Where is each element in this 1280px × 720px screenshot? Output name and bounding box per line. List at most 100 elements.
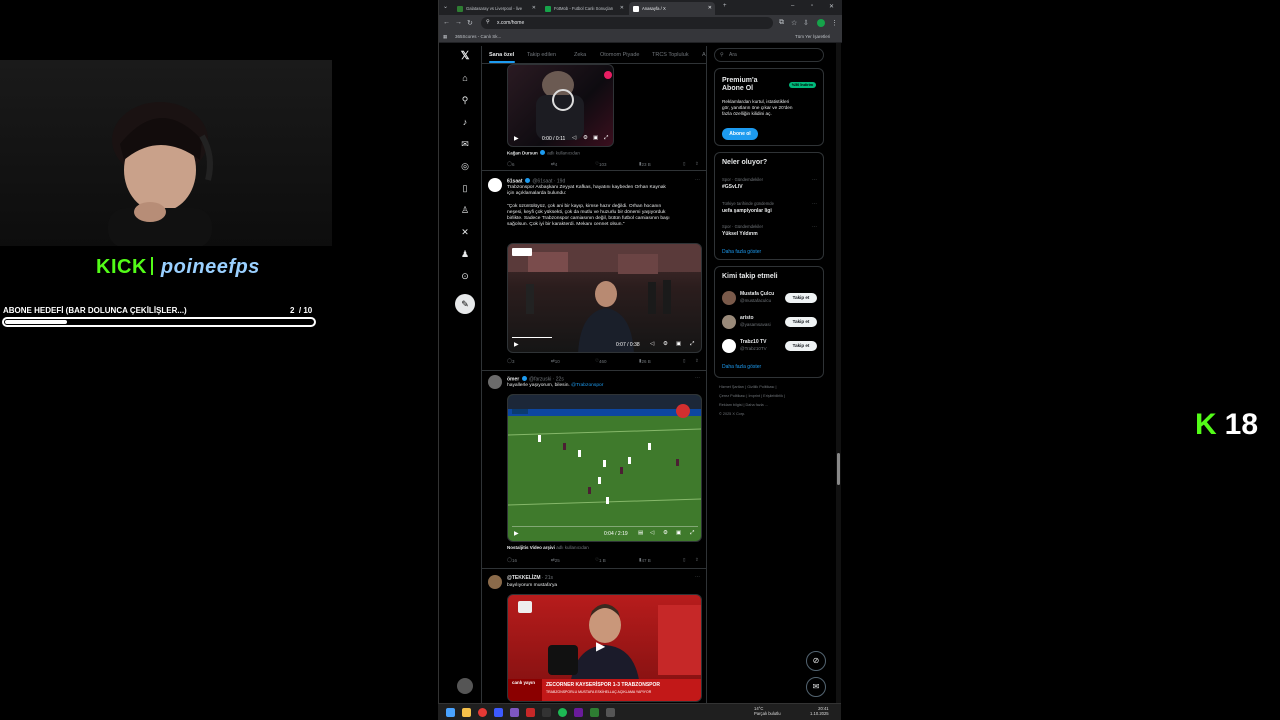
tweet-video[interactable]: ▶ 0:00 / 0:11 ◁ ⚙ ▣ ⤢ — [507, 64, 614, 147]
tab-for-you[interactable]: Sana özel — [489, 52, 514, 58]
volume-icon[interactable]: ◁ — [650, 530, 654, 536]
user-avatar[interactable] — [722, 315, 736, 329]
trend-more-icon[interactable]: ⋯ — [812, 224, 817, 230]
post-button[interactable]: ✎ — [455, 294, 475, 314]
apps-icon[interactable]: ▦ — [443, 34, 447, 40]
footer-line[interactable]: Çerez Politikası | İmprint | Erişilebili… — [719, 392, 819, 401]
spotify-icon[interactable] — [558, 708, 567, 717]
premium-x-icon[interactable]: ✕ — [457, 224, 473, 240]
tweet-more-icon[interactable]: ⋯ — [695, 375, 700, 381]
subscribe-button[interactable]: Abone ol — [722, 128, 758, 140]
trend-more-icon[interactable]: ⋯ — [812, 201, 817, 207]
volume-icon[interactable]: ◁ — [650, 341, 654, 347]
more-icon[interactable]: ⊙ — [457, 268, 473, 284]
discord-icon[interactable] — [510, 708, 519, 717]
footer-line[interactable]: Reklam bilgisi | Daha fazla ... — [719, 401, 819, 410]
tab-more[interactable]: A — [702, 52, 706, 58]
author-name[interactable]: @TEKKELİZM — [507, 575, 540, 581]
tweet-omer[interactable]: ömer @farzuski · 22s ⋯ hayallerle yaşıyo… — [482, 371, 706, 569]
start-icon[interactable] — [446, 708, 455, 717]
reply-button[interactable]: ◯ 6 — [507, 161, 515, 167]
tab-zeka[interactable]: Zeka — [574, 52, 586, 58]
tweet-kagan-dursun[interactable]: ▶ 0:00 / 0:11 ◁ ⚙ ▣ ⤢ Kağan Dursun adlı … — [482, 46, 706, 171]
mention-link[interactable]: @Trabzonspor — [571, 383, 603, 388]
credit-name[interactable]: Nostaljitis Video arşivi — [507, 545, 555, 550]
repost-button[interactable]: ⇄ 10 — [551, 358, 560, 364]
captions-icon[interactable]: ▤ — [638, 530, 643, 536]
reply-button[interactable]: ◯ 3 — [507, 358, 515, 364]
fullscreen-icon[interactable]: ⤢ — [690, 530, 694, 537]
settings-icon[interactable]: ⚙ — [583, 135, 588, 141]
reply-button[interactable]: ◯ 16 — [507, 557, 517, 563]
volume-icon[interactable]: ◁ — [572, 135, 576, 141]
scrollbar-thumb[interactable] — [837, 453, 840, 485]
account-avatar[interactable] — [457, 678, 473, 694]
bookmarks-icon[interactable]: ▯ — [457, 180, 473, 196]
follow-button[interactable]: Takip et — [785, 317, 817, 327]
tweet-avatar[interactable] — [488, 178, 502, 192]
settings-icon[interactable]: ⚙ — [663, 341, 668, 347]
tweet-video[interactable]: ▶ 0:04 / 2:19 ▤ ◁ ⚙ ▣ ⤢ — [507, 394, 702, 542]
user-avatar[interactable] — [722, 339, 736, 353]
user-avatar[interactable] — [722, 291, 736, 305]
tab-x-home[interactable]: Anasayfa / X ✕ — [629, 2, 715, 15]
communities-icon[interactable]: ♙ — [457, 202, 473, 218]
all-bookmarks[interactable]: Tüm Yer İşaretleri — [795, 34, 830, 39]
views-button[interactable]: ▮ 26 B — [639, 358, 651, 364]
repost-button[interactable]: ⇄ 4 — [551, 161, 557, 167]
tab-following[interactable]: Takip edilen — [527, 52, 556, 58]
messages-float-icon[interactable]: ✉ — [806, 677, 826, 697]
tweet-61saat[interactable]: 61saat @61saat · 19d ⋯ Trabzonspor Asbaş… — [482, 171, 706, 371]
suggested-user-name[interactable]: aristo — [740, 315, 754, 321]
search-input[interactable]: ⚲ Ara — [714, 48, 824, 62]
trend-item[interactable]: uefa şampiyonlar ligi — [722, 208, 772, 214]
messages-icon[interactable]: ✉ — [457, 136, 473, 152]
tweet-tekkelizm[interactable]: @TEKKELİZM · 21s ⋯ bayılıyorum mustafa'y… — [482, 569, 706, 703]
suggested-user-name[interactable]: Trabz10 TV — [740, 339, 766, 345]
minimize-icon[interactable]: – — [791, 3, 794, 9]
home-icon[interactable]: ⌂ — [457, 70, 473, 86]
obs-icon[interactable] — [590, 708, 599, 717]
tab-otomom-piyade[interactable]: Otomom Piyade — [600, 52, 639, 58]
tweet-more-icon[interactable]: ⋯ — [695, 574, 700, 580]
notifications-icon[interactable]: ♪ — [457, 114, 473, 130]
tweet-more-icon[interactable]: ⋯ — [695, 177, 700, 183]
trend-more-icon[interactable]: ⋯ — [812, 177, 817, 183]
bookmark-365scores[interactable]: 365Scores - Canlı Sk... — [455, 34, 501, 39]
reload-icon[interactable]: ↻ — [467, 19, 473, 27]
pip-icon[interactable]: ▣ — [676, 341, 681, 347]
page-scrollbar[interactable] — [836, 43, 841, 703]
bookmark-star-icon[interactable]: ☆ — [791, 19, 797, 27]
show-more-follow-link[interactable]: Daha fazla göster — [722, 364, 761, 370]
tab-trcs-topluluk[interactable]: TRCS Topluluk — [652, 52, 689, 58]
author-handle[interactable]: · 21s — [542, 575, 553, 581]
author-name[interactable]: 61saat — [507, 179, 523, 185]
menu-icon[interactable]: ⋮ — [831, 19, 838, 27]
close-icon[interactable]: ✕ — [620, 5, 624, 11]
url-input[interactable]: ⚲ x.com/home — [481, 17, 773, 29]
app-icon[interactable] — [574, 708, 583, 717]
settings-icon[interactable]: ⚙ — [663, 530, 668, 536]
tab-galatasaray[interactable]: Galatasaray vs Liverpool - live ✕ — [453, 2, 539, 15]
chrome-icon[interactable] — [478, 708, 487, 717]
show-more-trends-link[interactable]: Daha fazla göster — [722, 249, 761, 255]
views-button[interactable]: ▮ 23 B — [639, 161, 651, 167]
app-icon[interactable] — [606, 708, 615, 717]
tweet-avatar[interactable] — [488, 575, 502, 589]
downloads-icon[interactable]: ⇩ — [803, 19, 809, 27]
app-icon[interactable] — [542, 708, 551, 717]
forward-icon[interactable]: → — [455, 19, 462, 26]
weather-widget[interactable]: 14°C Parçalı bulutlu — [754, 706, 781, 716]
play-icon[interactable]: ▶ — [514, 341, 519, 348]
follow-button[interactable]: Takip et — [785, 293, 817, 303]
tab-search-icon[interactable]: ⌄ — [443, 3, 448, 10]
window-close-icon[interactable]: ✕ — [829, 3, 834, 10]
play-overlay-icon[interactable]: ▶ — [596, 639, 605, 653]
suggested-user-name[interactable]: Mustafa Çulcu — [740, 291, 774, 297]
play-icon[interactable]: ▶ — [514, 530, 519, 537]
profile-icon[interactable]: ♟ — [457, 246, 473, 262]
tweet-video[interactable]: ▶ 0:07 / 0:38 ◁ ⚙ ▣ ⤢ — [507, 243, 702, 353]
like-button[interactable]: ♡ 1 B — [595, 557, 606, 563]
play-icon[interactable]: ▶ — [514, 135, 519, 142]
like-button[interactable]: ♡ 460 — [595, 358, 607, 364]
